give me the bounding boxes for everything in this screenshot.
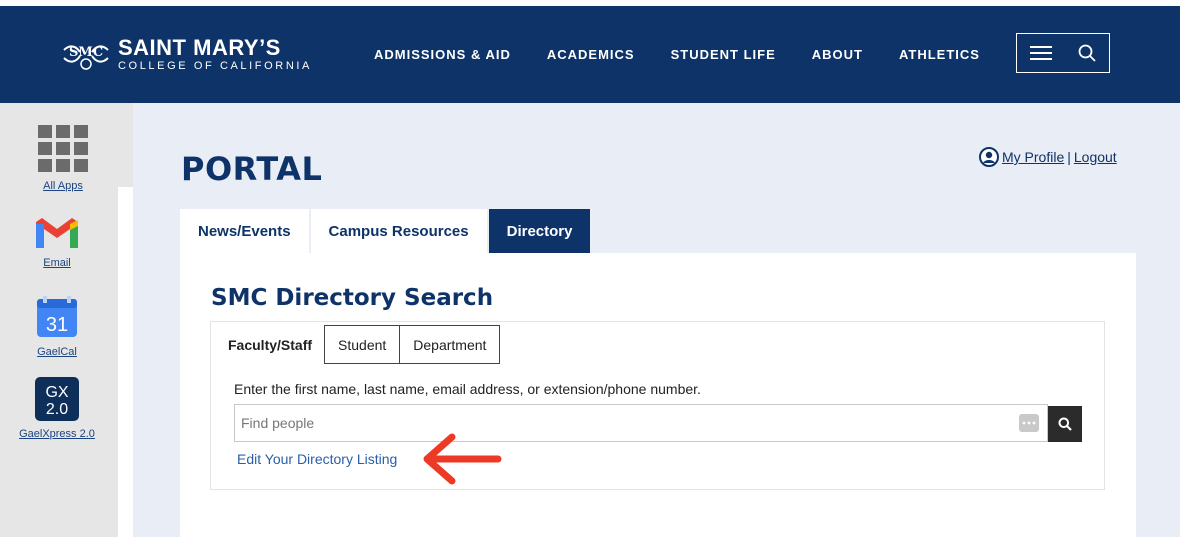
app-gaelxpress[interactable]: GX 2.0 GaelXpress 2.0 — [2, 377, 112, 440]
search-icon — [1058, 417, 1072, 431]
calendar-icon: 31 — [37, 296, 77, 337]
app-email[interactable]: Email — [2, 216, 112, 269]
portal-tabs: News/Events Campus Resources Directory — [180, 209, 591, 253]
user-circle-icon — [979, 147, 999, 167]
nav-about[interactable]: ABOUT — [812, 47, 863, 62]
more-dots-icon — [1022, 421, 1036, 425]
tab-news-events[interactable]: News/Events — [180, 209, 309, 253]
apps-sidebar: All Apps Email 31 GaelCal GX 2.0 GaelXpr… — [0, 103, 133, 537]
subtab-department[interactable]: Department — [400, 325, 501, 364]
tab-campus-resources[interactable]: Campus Resources — [310, 209, 487, 253]
my-profile-link[interactable]: My Profile — [1002, 149, 1064, 165]
nav-admissions[interactable]: ADMISSIONS & AID — [374, 47, 511, 62]
app-label: GaelXpress 2.0 — [19, 428, 95, 440]
directory-subtabs: Faculty/Staff Student Department — [216, 325, 501, 364]
app-label: Email — [43, 257, 71, 269]
svg-text:31: 31 — [46, 314, 68, 336]
college-logo[interactable]: SMC SAINT MARY’S COLLEGE OF CALIFORNIA — [62, 36, 312, 72]
annotation-arrow-icon — [423, 433, 502, 485]
autofill-dots-button[interactable] — [1019, 414, 1039, 432]
subtab-faculty-staff[interactable]: Faculty/Staff — [216, 325, 324, 364]
account-links: My Profile | Logout — [979, 147, 1117, 167]
nav-student-life[interactable]: STUDENT LIFE — [671, 47, 776, 62]
search-icon — [1078, 44, 1096, 62]
app-all-apps[interactable]: All Apps — [8, 125, 118, 192]
logo-name: SAINT MARY’S — [118, 34, 281, 60]
sidebar-divider — [118, 187, 133, 537]
tab-directory[interactable]: Directory — [488, 209, 591, 253]
menu-search-button[interactable] — [1016, 33, 1110, 73]
smc-seal-icon: SMC — [63, 45, 109, 70]
app-label: GaelCal — [37, 346, 77, 358]
main-nav: ADMISSIONS & AID ACADEMICS STUDENT LIFE … — [374, 47, 1016, 62]
logo-subtitle: COLLEGE OF CALIFORNIA — [118, 59, 312, 72]
svg-text:SMC: SMC — [69, 45, 103, 60]
site-header: SMC SAINT MARY’S COLLEGE OF CALIFORNIA A… — [0, 6, 1180, 103]
app-grid-icon — [38, 125, 88, 172]
find-people-input[interactable] — [234, 404, 1048, 442]
nav-athletics[interactable]: ATHLETICS — [899, 47, 980, 62]
svg-text:2.0: 2.0 — [46, 401, 68, 418]
edit-directory-listing-link[interactable]: Edit Your Directory Listing — [237, 451, 397, 467]
search-instructions: Enter the first name, last name, email a… — [234, 381, 701, 397]
app-label: All Apps — [43, 180, 83, 192]
logout-link[interactable]: Logout — [1074, 149, 1117, 165]
app-gaelcal[interactable]: 31 GaelCal — [2, 295, 112, 358]
search-button[interactable] — [1048, 406, 1082, 442]
page-title: PORTAL — [181, 150, 323, 188]
link-separator: | — [1067, 149, 1071, 165]
gmail-icon — [36, 218, 78, 248]
gaelxpress-icon: GX 2.0 — [35, 377, 79, 421]
nav-academics[interactable]: ACADEMICS — [547, 47, 635, 62]
svg-text:GX: GX — [45, 384, 68, 401]
directory-title: SMC Directory Search — [211, 285, 494, 311]
subtab-student[interactable]: Student — [324, 325, 401, 364]
hamburger-icon — [1030, 46, 1052, 60]
